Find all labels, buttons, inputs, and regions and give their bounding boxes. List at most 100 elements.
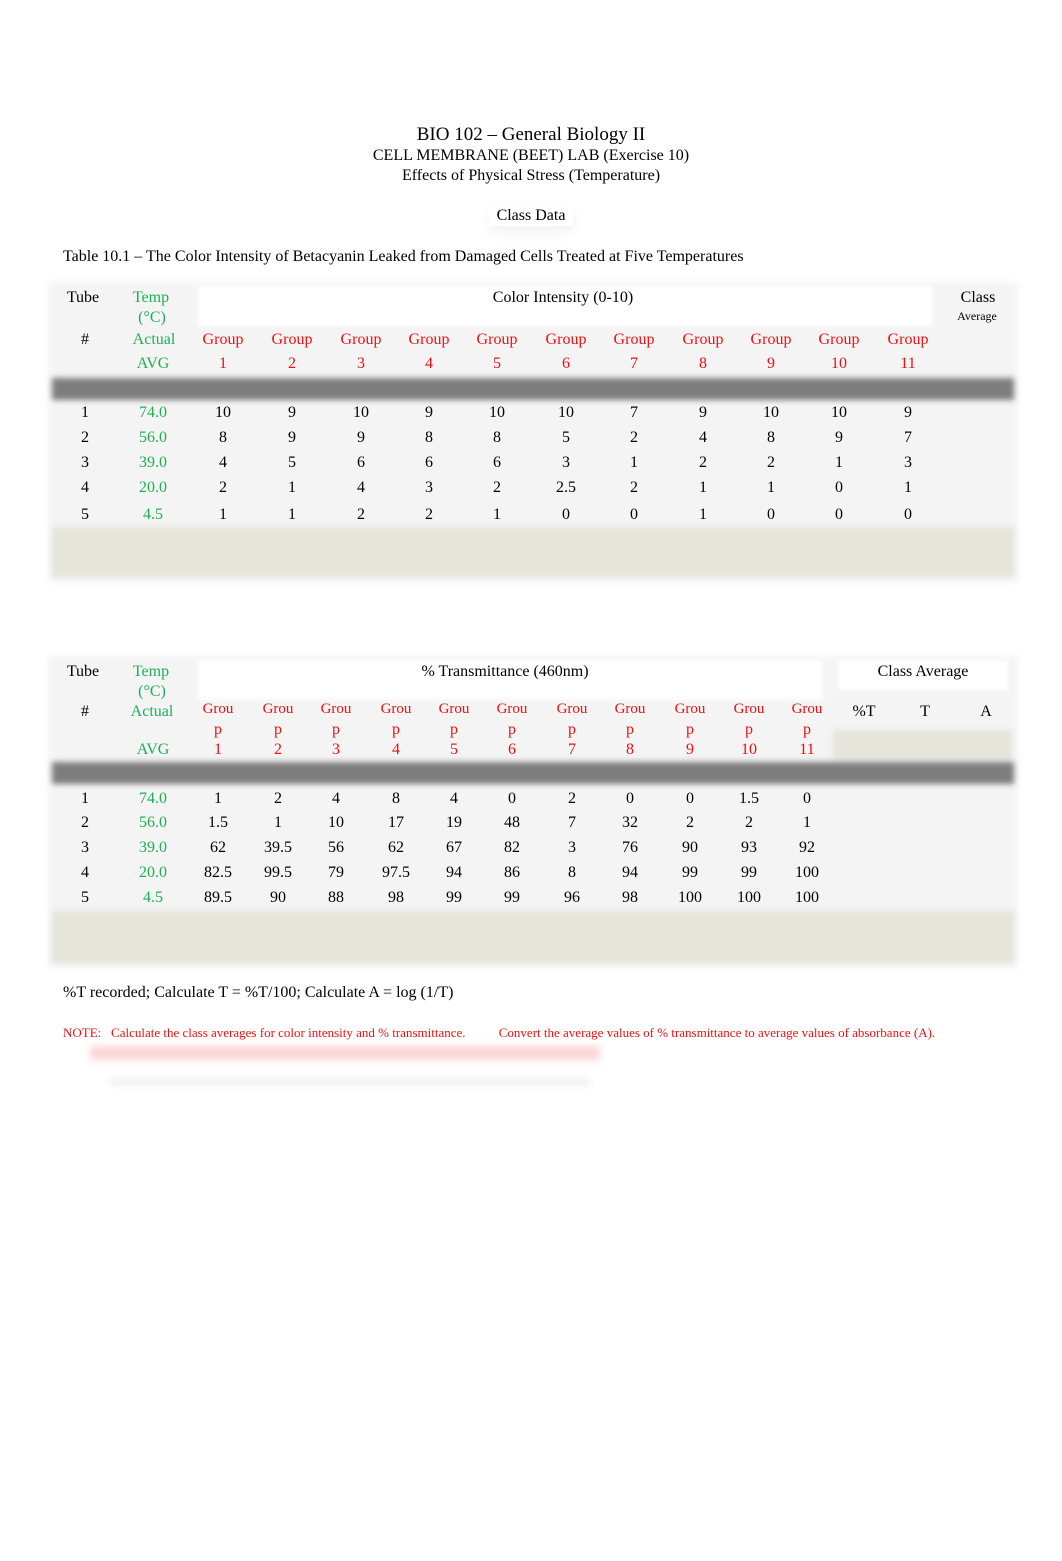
intensity-value: 5 <box>288 454 296 471</box>
separator-band <box>52 762 1014 784</box>
group-header-word: Group <box>271 331 313 348</box>
group-header-word-end: p <box>508 721 516 738</box>
header-class-pct-t: %T <box>852 703 876 720</box>
group-header-word: Group <box>613 331 655 348</box>
transmittance-value: 94 <box>622 864 638 881</box>
header-hash: # <box>81 331 89 348</box>
tube-number: 2 <box>81 814 89 831</box>
group-header-word: Group <box>818 331 860 348</box>
header-class-average: Average <box>957 309 997 323</box>
header-temp-avg: AVG <box>136 355 170 372</box>
group-header-word: Group <box>476 331 518 348</box>
group-header-number: 10 <box>831 355 847 372</box>
group-header-word-end: p <box>274 721 282 738</box>
intensity-value: 9 <box>904 404 912 421</box>
temp-value: 20.0 <box>139 479 167 496</box>
transmittance-value: 8 <box>392 790 400 807</box>
transmittance-value: 98 <box>388 889 404 906</box>
transmittance-value: 4 <box>332 790 340 807</box>
header-class-a: A <box>980 703 992 720</box>
transmittance-value: 7 <box>568 814 576 831</box>
transmittance-value: 8 <box>568 864 576 881</box>
intensity-value: 4 <box>357 479 365 496</box>
tube-number: 5 <box>81 506 89 523</box>
temp-value: 74.0 <box>139 404 167 421</box>
group-header-word-end: p <box>332 721 340 738</box>
intensity-value: 10 <box>353 404 369 421</box>
obscured-text <box>110 1078 590 1086</box>
intensity-value: 6 <box>357 454 365 471</box>
header-class: Class <box>960 289 996 306</box>
header-span-title: % Transmittance (460nm) <box>421 663 589 680</box>
header-temp-unit: (°C) <box>138 309 166 326</box>
intensity-value: 2 <box>219 479 227 496</box>
intensity-value: 9 <box>835 429 843 446</box>
transmittance-value: 92 <box>799 839 815 856</box>
group-header-number: 10 <box>741 741 757 758</box>
group-header-number: 9 <box>686 741 694 758</box>
transmittance-value: 62 <box>388 839 404 856</box>
tube-number: 3 <box>81 839 89 856</box>
intensity-value: 3 <box>904 454 912 471</box>
intensity-value: 9 <box>288 429 296 446</box>
intensity-value: 10 <box>763 404 779 421</box>
header-class-t: T <box>920 703 930 720</box>
header-tube: Tube <box>66 289 100 306</box>
intensity-value: 1 <box>630 454 638 471</box>
group-header-word: Grou <box>320 701 352 717</box>
transmittance-value: 0 <box>686 790 694 807</box>
intensity-value: 6 <box>425 454 433 471</box>
group-header-word-end: p <box>745 721 753 738</box>
group-header-word: Grou <box>614 701 646 717</box>
group-header-number: 3 <box>357 355 365 372</box>
group-header-number: 2 <box>274 741 282 758</box>
group-header-word: Grou <box>202 701 234 717</box>
transmittance-value: 94 <box>446 864 462 881</box>
note-class-averages: Calculate the class averages for color i… <box>111 1025 466 1040</box>
intensity-value: 8 <box>493 429 501 446</box>
transmittance-value: 1.5 <box>208 814 228 831</box>
transmittance-value: 0 <box>626 790 634 807</box>
group-header-word: Group <box>750 331 792 348</box>
tube-number: 1 <box>81 790 89 807</box>
formula-text: %T recorded; Calculate T = %T/100; Calcu… <box>63 984 454 1001</box>
transmittance-value: 1 <box>274 814 282 831</box>
group-header-word: Grou <box>262 701 294 717</box>
intensity-value: 8 <box>767 429 775 446</box>
transmittance-value: 100 <box>795 864 819 881</box>
transmittance-value: 67 <box>446 839 462 856</box>
intensity-value: 7 <box>904 429 912 446</box>
group-header-word-end: p <box>686 721 694 738</box>
intensity-value: 8 <box>219 429 227 446</box>
intensity-value: 10 <box>558 404 574 421</box>
temp-value: 74.0 <box>139 790 167 807</box>
transmittance-value: 100 <box>737 889 761 906</box>
note: NOTE: Calculate the class averages for c… <box>63 1024 983 1042</box>
transmittance-value: 97.5 <box>382 864 410 881</box>
intensity-value: 6 <box>493 454 501 471</box>
intensity-value: 7 <box>630 404 638 421</box>
intensity-value: 9 <box>357 429 365 446</box>
transmittance-value: 2 <box>745 814 753 831</box>
transmittance-value: 2 <box>568 790 576 807</box>
intensity-value: 3 <box>425 479 433 496</box>
intensity-value: 9 <box>699 404 707 421</box>
transmittance-value: 82.5 <box>204 864 232 881</box>
intensity-value: 3 <box>562 454 570 471</box>
transmittance-value: 90 <box>270 889 286 906</box>
transmittance-value: 89.5 <box>204 889 232 906</box>
group-header-number: 1 <box>214 741 222 758</box>
tube-number: 4 <box>81 479 89 496</box>
intensity-value: 1 <box>288 506 296 523</box>
intensity-value: 2 <box>630 429 638 446</box>
transmittance-value: 96 <box>564 889 580 906</box>
section-heading: Class Data <box>0 207 1062 225</box>
transmittance-value: 98 <box>622 889 638 906</box>
transmittance-value: 100 <box>678 889 702 906</box>
transmittance-value: 100 <box>795 889 819 906</box>
header-hash: # <box>81 703 89 720</box>
transmittance-value: 10 <box>328 814 344 831</box>
intensity-value: 2 <box>630 479 638 496</box>
intensity-value: 1 <box>767 479 775 496</box>
group-header-word: Grou <box>791 701 823 717</box>
